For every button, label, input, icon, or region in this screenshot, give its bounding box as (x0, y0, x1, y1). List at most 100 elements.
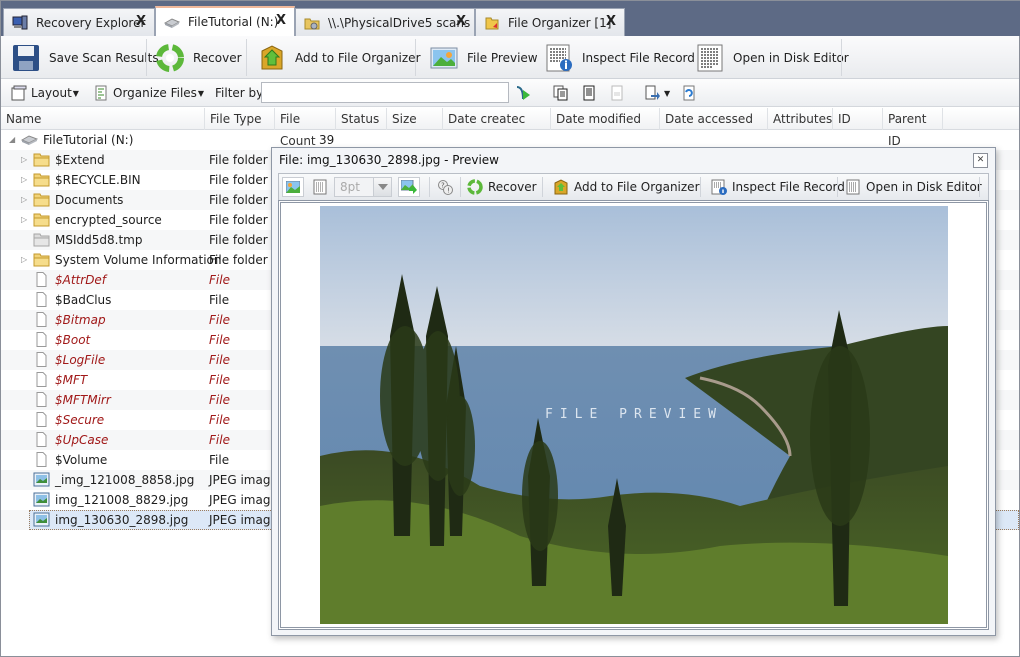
tree-item-name: $MFTMirr (55, 393, 111, 407)
inspect-file-record-button[interactable]: Inspect File Record (538, 39, 701, 76)
file-icon (36, 272, 47, 287)
tree-item-type: File (209, 333, 230, 347)
picture-icon (286, 181, 300, 193)
text-view-button[interactable] (312, 177, 333, 197)
view-toolbar: Layout ▼ Organize Files ▼ Filter by: ▼ (1, 79, 1019, 107)
file-icon (36, 452, 47, 467)
view-blank-button[interactable] (609, 83, 629, 103)
tree-item-type: File (209, 273, 230, 287)
separator (429, 177, 430, 197)
tab-label: Recovery Explorer (36, 15, 146, 30)
preview-open-in-disk-editor-button[interactable]: Open in Disk Editor (845, 177, 982, 197)
column-header-parent-id[interactable]: Parent ID (883, 108, 943, 148)
refresh-button[interactable] (681, 83, 701, 103)
preview-add-to-file-organizer-button[interactable]: Add to File Organizer (553, 177, 700, 197)
close-tab-icon[interactable]: X (456, 14, 466, 29)
disk-editor-icon (846, 179, 860, 195)
column-header-name[interactable]: Name (1, 108, 205, 130)
inspect-record-icon (546, 44, 572, 71)
tree-item-type: JPEG image (209, 473, 278, 487)
layout-dropdown[interactable]: Layout ▼ (11, 83, 79, 103)
file-preview-window: File: img_130630_2898.jpg - Preview ✕ 8p… (271, 147, 996, 636)
floppy-disk-icon (13, 44, 39, 71)
preview-canvas: FILE PREVIEW (278, 200, 989, 630)
filter-input[interactable] (261, 82, 509, 103)
column-header-file-count[interactable]: File Count (275, 108, 336, 148)
refresh-document-icon (683, 85, 695, 101)
file-icon (36, 332, 47, 347)
column-header-id[interactable]: ID (833, 108, 883, 130)
preview-recover-button[interactable]: Recover (467, 177, 537, 197)
column-header-file-type[interactable]: File Type (205, 108, 275, 130)
add-to-file-organizer-button[interactable]: Add to File Organizer (251, 39, 427, 76)
preview-inspect-file-record-button[interactable]: Inspect File Record (711, 177, 845, 197)
image-file-icon (33, 472, 50, 487)
font-size-dropdown[interactable]: 8pt (334, 177, 392, 197)
disk-editor-icon (697, 44, 723, 71)
preview-toolbar: 8pt ?! Recover Add to File Organizer Ins… (278, 173, 989, 200)
recover-button[interactable]: Recover (149, 39, 248, 76)
box-arrow-icon (261, 44, 283, 69)
column-header-status[interactable]: Status (336, 108, 387, 130)
open-external-button[interactable] (398, 177, 420, 197)
column-header-attributes[interactable]: Attributes (768, 108, 833, 130)
expand-triangle-icon[interactable]: ▷ (21, 215, 29, 224)
tree-item-name: $LogFile (55, 353, 106, 367)
column-header-date-accessed[interactable]: Date accessed (660, 108, 768, 130)
separator (700, 177, 701, 197)
chevron-down-icon: ▼ (72, 88, 79, 98)
filter-label: Filter by: (215, 86, 267, 100)
tree-item-type: JPEG image (209, 493, 278, 507)
recover-icon (467, 179, 483, 195)
column-header-size[interactable]: Size (387, 108, 443, 130)
tree-item-type: File folder (209, 233, 268, 247)
save-scan-results-button[interactable]: Save Scan Results (5, 39, 165, 76)
expand-triangle-icon[interactable]: ▷ (21, 195, 29, 204)
expand-triangle-icon[interactable]: ▷ (21, 175, 29, 184)
tab-recovery-explorer[interactable]: Recovery Explorer X (3, 8, 155, 36)
close-preview-button[interactable]: ✕ (973, 153, 988, 168)
tab-filetutorial[interactable]: FileTutorial (N:) X (155, 6, 295, 36)
collapse-triangle-icon[interactable]: ◢ (9, 135, 17, 144)
expand-triangle-icon[interactable]: ▷ (21, 155, 29, 164)
column-header-date-modified[interactable]: Date modified (551, 108, 660, 130)
apply-filter-button[interactable] (515, 83, 535, 103)
preview-image: FILE PREVIEW (320, 206, 948, 624)
tree-root-file-count: 39 (319, 133, 335, 147)
separator (246, 39, 247, 76)
open-in-disk-editor-button[interactable]: Open in Disk Editor (689, 39, 855, 76)
tree-item-type: File (209, 433, 230, 447)
folder-icon (33, 153, 50, 167)
tree-item-name: System Volume Information (55, 253, 222, 267)
copy-pages-icon (553, 85, 568, 101)
tree-item-name: $RECYCLE.BIN (55, 173, 141, 187)
file-preview-button[interactable]: File Preview (423, 39, 544, 76)
tree-item-name: _img_121008_8858.jpg (55, 473, 195, 487)
export-dropdown[interactable]: ▼ (644, 83, 670, 103)
expand-triangle-icon[interactable]: ▷ (21, 255, 29, 264)
filter-go-icon (516, 86, 530, 100)
help-info-icon: ?! (438, 180, 453, 195)
file-icon (36, 392, 47, 407)
view-content-button[interactable] (581, 83, 601, 103)
text-page-icon (313, 179, 327, 195)
close-tab-icon[interactable]: X (276, 13, 286, 28)
tree-root-name: FileTutorial (N:) (43, 133, 134, 147)
chevron-down-icon[interactable] (373, 178, 391, 196)
view-details-button[interactable] (553, 83, 573, 103)
separator (460, 177, 461, 197)
preview-watermark: FILE PREVIEW (545, 407, 723, 422)
column-header-date-created[interactable]: Date createc (443, 108, 551, 130)
image-view-button[interactable] (282, 177, 304, 197)
organize-files-dropdown[interactable]: Organize Files ▼ (93, 83, 204, 103)
chevron-down-icon: ▼ (197, 88, 205, 98)
tree-item-type: File (209, 353, 230, 367)
close-tab-icon[interactable]: X (606, 14, 616, 29)
close-tab-icon[interactable]: X (136, 14, 146, 29)
preview-window-title: File: img_130630_2898.jpg - Preview (279, 153, 499, 167)
tab-file-organizer[interactable]: File Organizer [1] X (475, 8, 625, 36)
help-button[interactable]: ?! (437, 177, 458, 197)
file-icon (36, 352, 47, 367)
tab-physicaldrive5-scans[interactable]: \\.\PhysicalDrive5 scans X (295, 8, 475, 36)
picture-arrow-icon (401, 180, 417, 194)
